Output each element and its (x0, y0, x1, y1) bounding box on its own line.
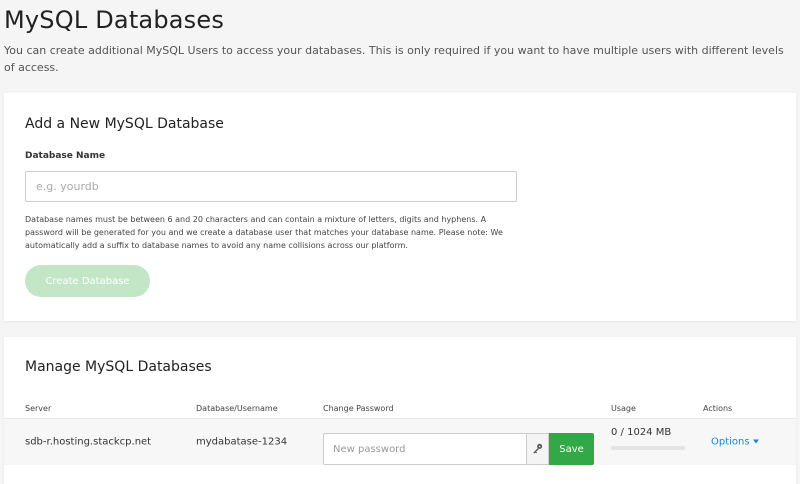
new-password-input[interactable] (323, 433, 526, 465)
column-header-usage: Usage (611, 404, 636, 413)
database-name-help: Database names must be between 6 and 20 … (25, 215, 503, 250)
add-database-card: Add a New MySQL Database Database Name D… (4, 93, 796, 321)
manage-databases-title: Manage MySQL Databases (25, 359, 212, 375)
server-cell: sdb-r.hosting.stackcp.net (25, 436, 152, 448)
column-header-change-password: Change Password (323, 404, 394, 413)
column-header-database: Database/Username (196, 404, 278, 413)
change-password-group: Save (323, 433, 595, 465)
manage-databases-card: Manage MySQL Databases Server Database/U… (4, 337, 796, 484)
page-description: You can create additional MySQL Users to… (4, 44, 784, 74)
page-title: MySQL Databases (4, 6, 225, 34)
options-label: Options (711, 436, 750, 448)
database-cell: mydabatase-1234 (196, 436, 288, 448)
create-database-button[interactable]: Create Database (25, 265, 150, 297)
generate-password-button[interactable] (526, 433, 549, 465)
database-name-input[interactable] (25, 171, 517, 202)
column-header-actions: Actions (703, 404, 733, 413)
save-password-button[interactable]: Save (549, 433, 594, 465)
caret-down-icon (752, 439, 759, 444)
add-database-title: Add a New MySQL Database (25, 116, 224, 132)
table-row: sdb-r.hosting.stackcp.net mydabatase-123… (4, 419, 796, 465)
page: MySQL Databases You can create additiona… (0, 0, 800, 484)
database-name-label: Database Name (25, 151, 106, 161)
key-icon (532, 442, 543, 457)
column-header-server: Server (25, 404, 52, 413)
usage-text: 0 / 1024 MB (611, 427, 672, 438)
usage-bar (611, 446, 685, 450)
table-header: Server Database/Username Change Password… (4, 394, 796, 419)
options-dropdown[interactable]: Options (711, 437, 759, 448)
